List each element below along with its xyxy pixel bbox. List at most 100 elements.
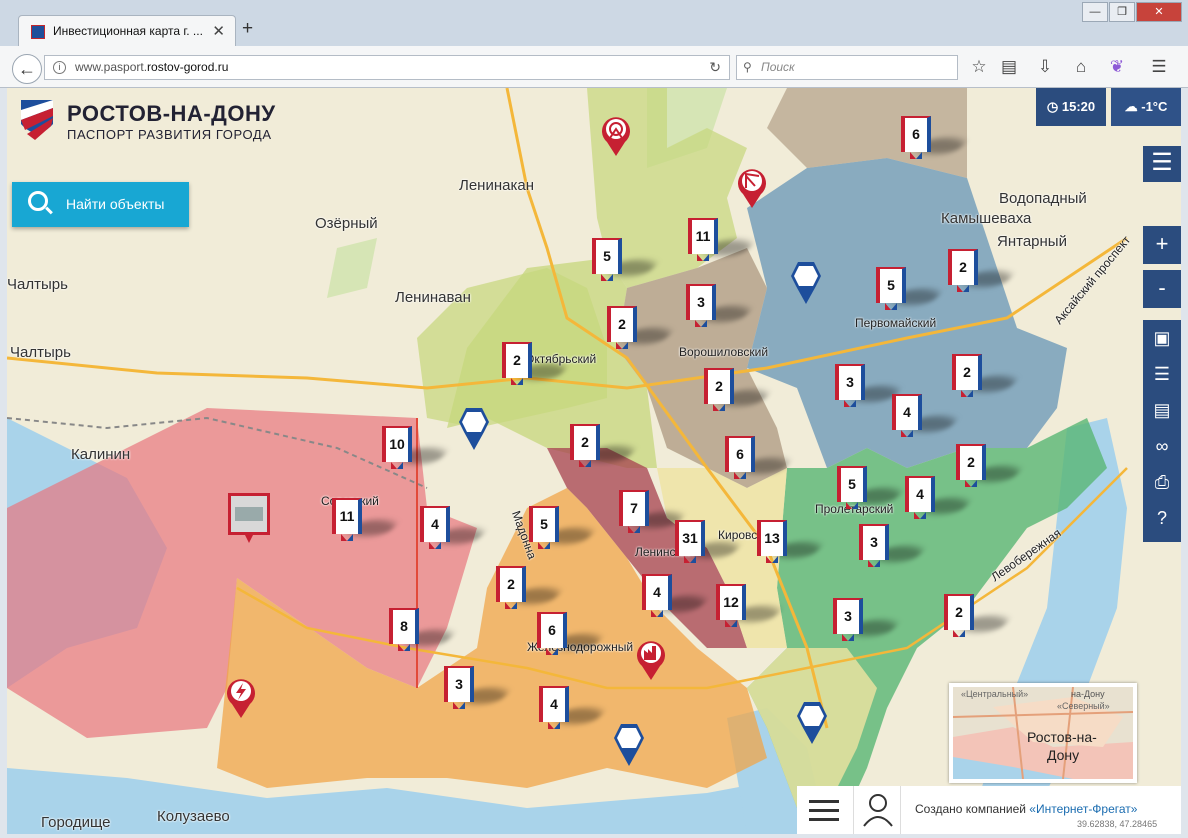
bookmark-star-icon[interactable]: ☆ [968, 56, 990, 78]
minimize-button[interactable]: — [1082, 2, 1108, 22]
object-count-marker[interactable]: 5 [592, 238, 660, 281]
object-count-marker[interactable]: 5 [529, 506, 597, 549]
find-objects-label: Найти объекты [66, 196, 165, 212]
extension-feather-icon[interactable]: ❦ [1106, 56, 1128, 78]
ferris-wheel-poi-icon[interactable] [599, 112, 633, 158]
place-leninakan: Ленинакан [459, 177, 534, 194]
search-placeholder: Поиск [761, 60, 795, 74]
factory-poi-icon[interactable] [634, 636, 668, 682]
object-count-marker[interactable]: 2 [948, 249, 1016, 292]
hexagon-location-marker-icon[interactable] [789, 258, 823, 304]
credit-company-link[interactable]: «Интернет-Фрегат» [1029, 802, 1137, 816]
object-count-marker[interactable]: 6 [537, 612, 605, 655]
help-icon[interactable]: ? [1143, 500, 1181, 536]
link-icon[interactable]: ∞ [1143, 428, 1181, 464]
ruler-icon[interactable]: ▤ [1143, 392, 1181, 428]
print-icon[interactable]: ⎙ [1143, 464, 1181, 500]
home-icon[interactable]: ⌂ [1070, 56, 1092, 78]
object-count-marker[interactable]: 5 [837, 466, 905, 509]
object-count-marker[interactable]: 12 [716, 584, 784, 627]
hexagon-location-marker-icon[interactable] [457, 404, 491, 450]
reading-list-icon[interactable]: ▤ [998, 56, 1020, 78]
object-count-marker[interactable]: 6 [725, 436, 793, 479]
object-count-marker[interactable]: 4 [420, 506, 488, 549]
site-logo[interactable]: РОСТОВ-НА-ДОНУ ПАСПОРТ РАЗВИТИЯ ГОРОДА [17, 96, 277, 148]
back-button[interactable]: ← [12, 54, 42, 84]
object-count-marker[interactable]: 13 [757, 520, 825, 563]
object-count-marker[interactable]: 3 [833, 598, 901, 641]
object-count-marker[interactable]: 3 [686, 284, 754, 327]
user-icon [863, 794, 893, 827]
object-count-marker[interactable]: 4 [642, 574, 710, 617]
weather-value: -1°C [1141, 99, 1168, 114]
power-plant-poi-icon[interactable] [224, 674, 258, 720]
place-koluzaevo: Колузаево [157, 808, 230, 825]
browser-tab[interactable]: Инвестиционная карта г. ... ✕ [18, 15, 236, 48]
menu-icon[interactable]: ☰ [1148, 56, 1170, 78]
district-label-pervomaysky: Первомайский [855, 316, 937, 330]
place-chaltyr-2: Чалтырь [10, 344, 71, 361]
info-icon[interactable]: i [53, 61, 66, 74]
zoom-out-button[interactable]: - [1143, 270, 1181, 308]
object-count-marker[interactable]: 3 [835, 364, 903, 407]
cloud-icon: ☁ [1124, 99, 1142, 114]
object-count-marker[interactable]: 7 [619, 490, 687, 533]
weather-widget: ☁ -1°C [1111, 88, 1181, 126]
minimap-label-north: «Северный» [1057, 701, 1110, 711]
object-count-marker[interactable]: 4 [539, 686, 607, 729]
object-count-marker[interactable]: 3 [859, 524, 927, 567]
object-count-marker[interactable]: 4 [892, 394, 960, 437]
site-favicon-icon [31, 25, 45, 39]
address-bar[interactable]: i www.pasport.rostov-gorod.ru ↻ [44, 55, 730, 80]
object-count-marker[interactable]: 4 [905, 476, 973, 519]
object-count-marker[interactable]: 2 [570, 424, 638, 467]
minimap-label-central: «Центральный» [961, 689, 1029, 699]
maximize-button[interactable]: ❐ [1109, 2, 1135, 22]
minimap-label-nadonu: на-Дону [1071, 689, 1105, 699]
download-icon[interactable]: ⇩ [1034, 56, 1056, 78]
menu-button[interactable]: ☰ [1143, 146, 1181, 182]
object-count-marker[interactable]: 3 [444, 666, 512, 709]
object-count-marker[interactable]: 10 [382, 426, 450, 469]
logo-subtitle: ПАСПОРТ РАЗВИТИЯ ГОРОДА [67, 127, 272, 142]
object-count-marker[interactable]: 5 [876, 267, 944, 310]
object-count-marker[interactable]: 6 [901, 116, 969, 159]
object-count-marker[interactable]: 31 [675, 520, 743, 563]
object-count-marker[interactable]: 2 [502, 342, 570, 385]
overview-minimap[interactable]: «Центральный» на-Дону «Северный» Ростов-… [949, 683, 1137, 783]
object-count-marker[interactable]: 2 [704, 368, 772, 411]
object-count-marker[interactable]: 2 [956, 444, 1024, 487]
close-window-button[interactable]: ✕ [1136, 2, 1182, 22]
url-host: rostov-gorod.ru [147, 60, 229, 74]
tab-close-icon[interactable]: ✕ [212, 22, 225, 40]
map-layer-icon[interactable]: ▣ [1143, 320, 1181, 356]
find-objects-button[interactable]: Найти объекты [12, 182, 189, 227]
layers-icon[interactable]: ☰ [1143, 356, 1181, 392]
object-count-marker[interactable]: 2 [496, 566, 564, 609]
object-count-marker[interactable]: 11 [688, 218, 756, 261]
object-count-marker[interactable]: 2 [952, 354, 1020, 397]
user-account-button[interactable] [853, 786, 901, 834]
place-ozerny: Озёрный [315, 215, 378, 232]
url-prefix: www.pasport. [75, 60, 148, 74]
object-count-marker[interactable]: 11 [332, 498, 400, 541]
search-input[interactable]: ⚲ Поиск [736, 55, 958, 80]
hexagon-location-marker-icon[interactable] [795, 698, 829, 744]
new-tab-button[interactable]: + [242, 18, 253, 40]
industrial-site-poi-icon[interactable] [228, 493, 270, 543]
district-label-oktyabrsky: Октябрьский [525, 352, 597, 366]
reload-icon[interactable]: ↻ [709, 56, 721, 79]
hexagon-location-marker-icon[interactable] [612, 720, 646, 766]
object-count-marker[interactable]: 2 [944, 594, 1012, 637]
place-gorodishche: Городище [41, 814, 111, 831]
tab-bar: Инвестиционная карта г. ... ✕ + — ❐ ✕ [0, 0, 1188, 48]
nav-bar: ← i www.pasport.rostov-gorod.ru ↻ ⚲ Поис… [0, 46, 1188, 88]
object-count-marker[interactable]: 8 [389, 608, 457, 651]
object-count-marker[interactable]: 2 [607, 306, 675, 349]
place-kamyshevakha: Камышеваха [941, 210, 1032, 227]
zoom-in-button[interactable]: + [1143, 226, 1181, 264]
investment-map[interactable]: Ленинакан Озёрный Чалтырь Чалтырь Ленина… [7, 88, 1181, 834]
place-yantarny: Янтарный [997, 233, 1067, 250]
crane-poi-icon[interactable] [735, 164, 769, 210]
list-view-icon[interactable] [809, 798, 839, 821]
